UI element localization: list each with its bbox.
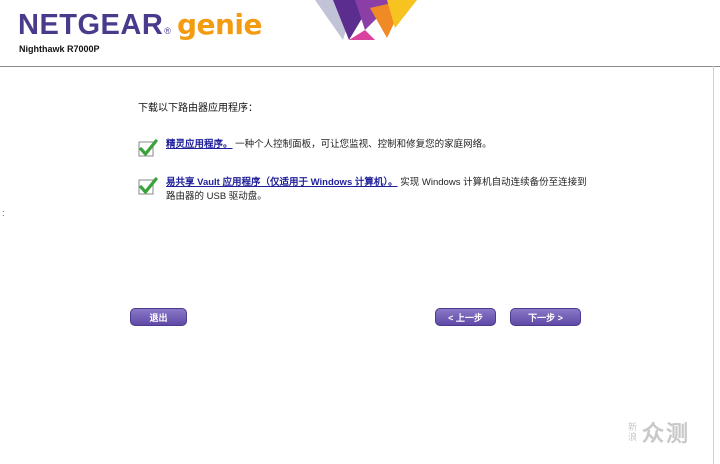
header-decoration-icon <box>315 0 417 40</box>
genie-app-description: 一种个人控制面板，可让您监视、控制和修复您的家庭网络。 <box>235 139 492 150</box>
vault-app-link[interactable]: 易共享 Vault 应用程序（仅适用于 Windows 计算机）。 <box>166 177 398 188</box>
logo-registered-mark: ® <box>164 26 171 36</box>
next-button[interactable]: 下一步 > <box>510 308 581 326</box>
brand-logo: NETGEAR ® genie <box>18 8 263 42</box>
watermark-big: 众测 <box>642 421 691 446</box>
header-divider <box>0 66 720 67</box>
model-name: Nighthawk R7000P <box>19 44 100 54</box>
logo-netgear: NETGEAR <box>18 9 164 41</box>
check-icon[interactable] <box>138 176 158 196</box>
download-item-vault: 易共享 Vault 应用程序（仅适用于 Windows 计算机）。 实现 Win… <box>138 176 596 204</box>
genie-app-link[interactable]: 精灵应用程序。 <box>166 139 233 150</box>
download-item-genie: 精灵应用程序。 一种个人控制面板，可让您监视、控制和修复您的家庭网络。 <box>138 138 492 158</box>
watermark-small: 新浪 <box>628 422 638 442</box>
watermark: 新浪 众测 <box>628 416 690 448</box>
left-edge-mark: : <box>2 208 5 218</box>
logo-genie: genie <box>176 8 263 41</box>
page-heading: 下载以下路由器应用程序： <box>138 103 258 114</box>
check-icon[interactable] <box>138 138 158 158</box>
back-button[interactable]: < 上一步 <box>435 308 496 326</box>
exit-button[interactable]: 退出 <box>130 308 187 326</box>
right-divider <box>713 66 714 464</box>
